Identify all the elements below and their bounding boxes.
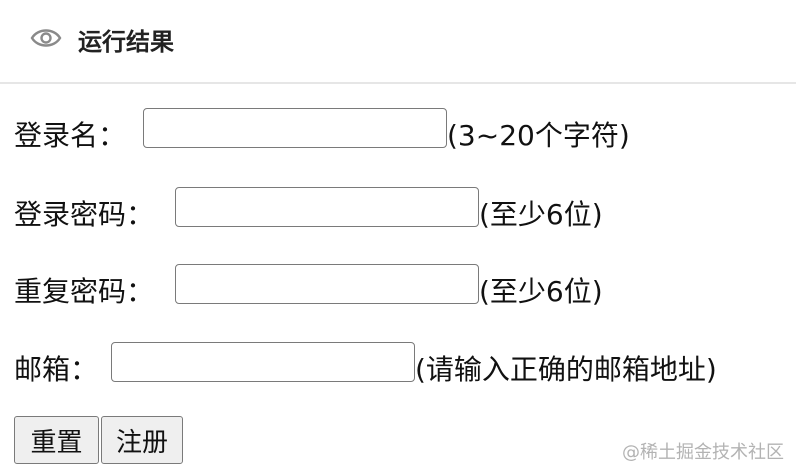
confirm-password-label: 重复密码： [14, 275, 155, 308]
password-label: 登录密码： [14, 198, 155, 231]
result-title: 运行结果 [78, 28, 174, 56]
password-input[interactable] [175, 187, 479, 227]
login-name-label: 登录名： [14, 119, 127, 152]
confirm-password-input[interactable] [175, 264, 479, 304]
password-hint: (至少6位) [479, 198, 603, 231]
result-header: 运行结果 [0, 0, 796, 84]
email-hint: (请输入正确的邮箱地址) [415, 353, 717, 386]
watermark: @稀土掘金技术社区 [622, 442, 784, 463]
email-input[interactable] [111, 342, 415, 382]
email-label: 邮箱： [14, 353, 99, 386]
eye-icon [30, 29, 62, 47]
login-name-hint: (3~20个字符) [447, 119, 630, 152]
login-name-input[interactable] [143, 108, 447, 148]
register-button[interactable]: 注册 [101, 416, 183, 464]
confirm-password-hint: (至少6位) [479, 275, 603, 308]
reset-button[interactable]: 重置 [14, 416, 99, 464]
